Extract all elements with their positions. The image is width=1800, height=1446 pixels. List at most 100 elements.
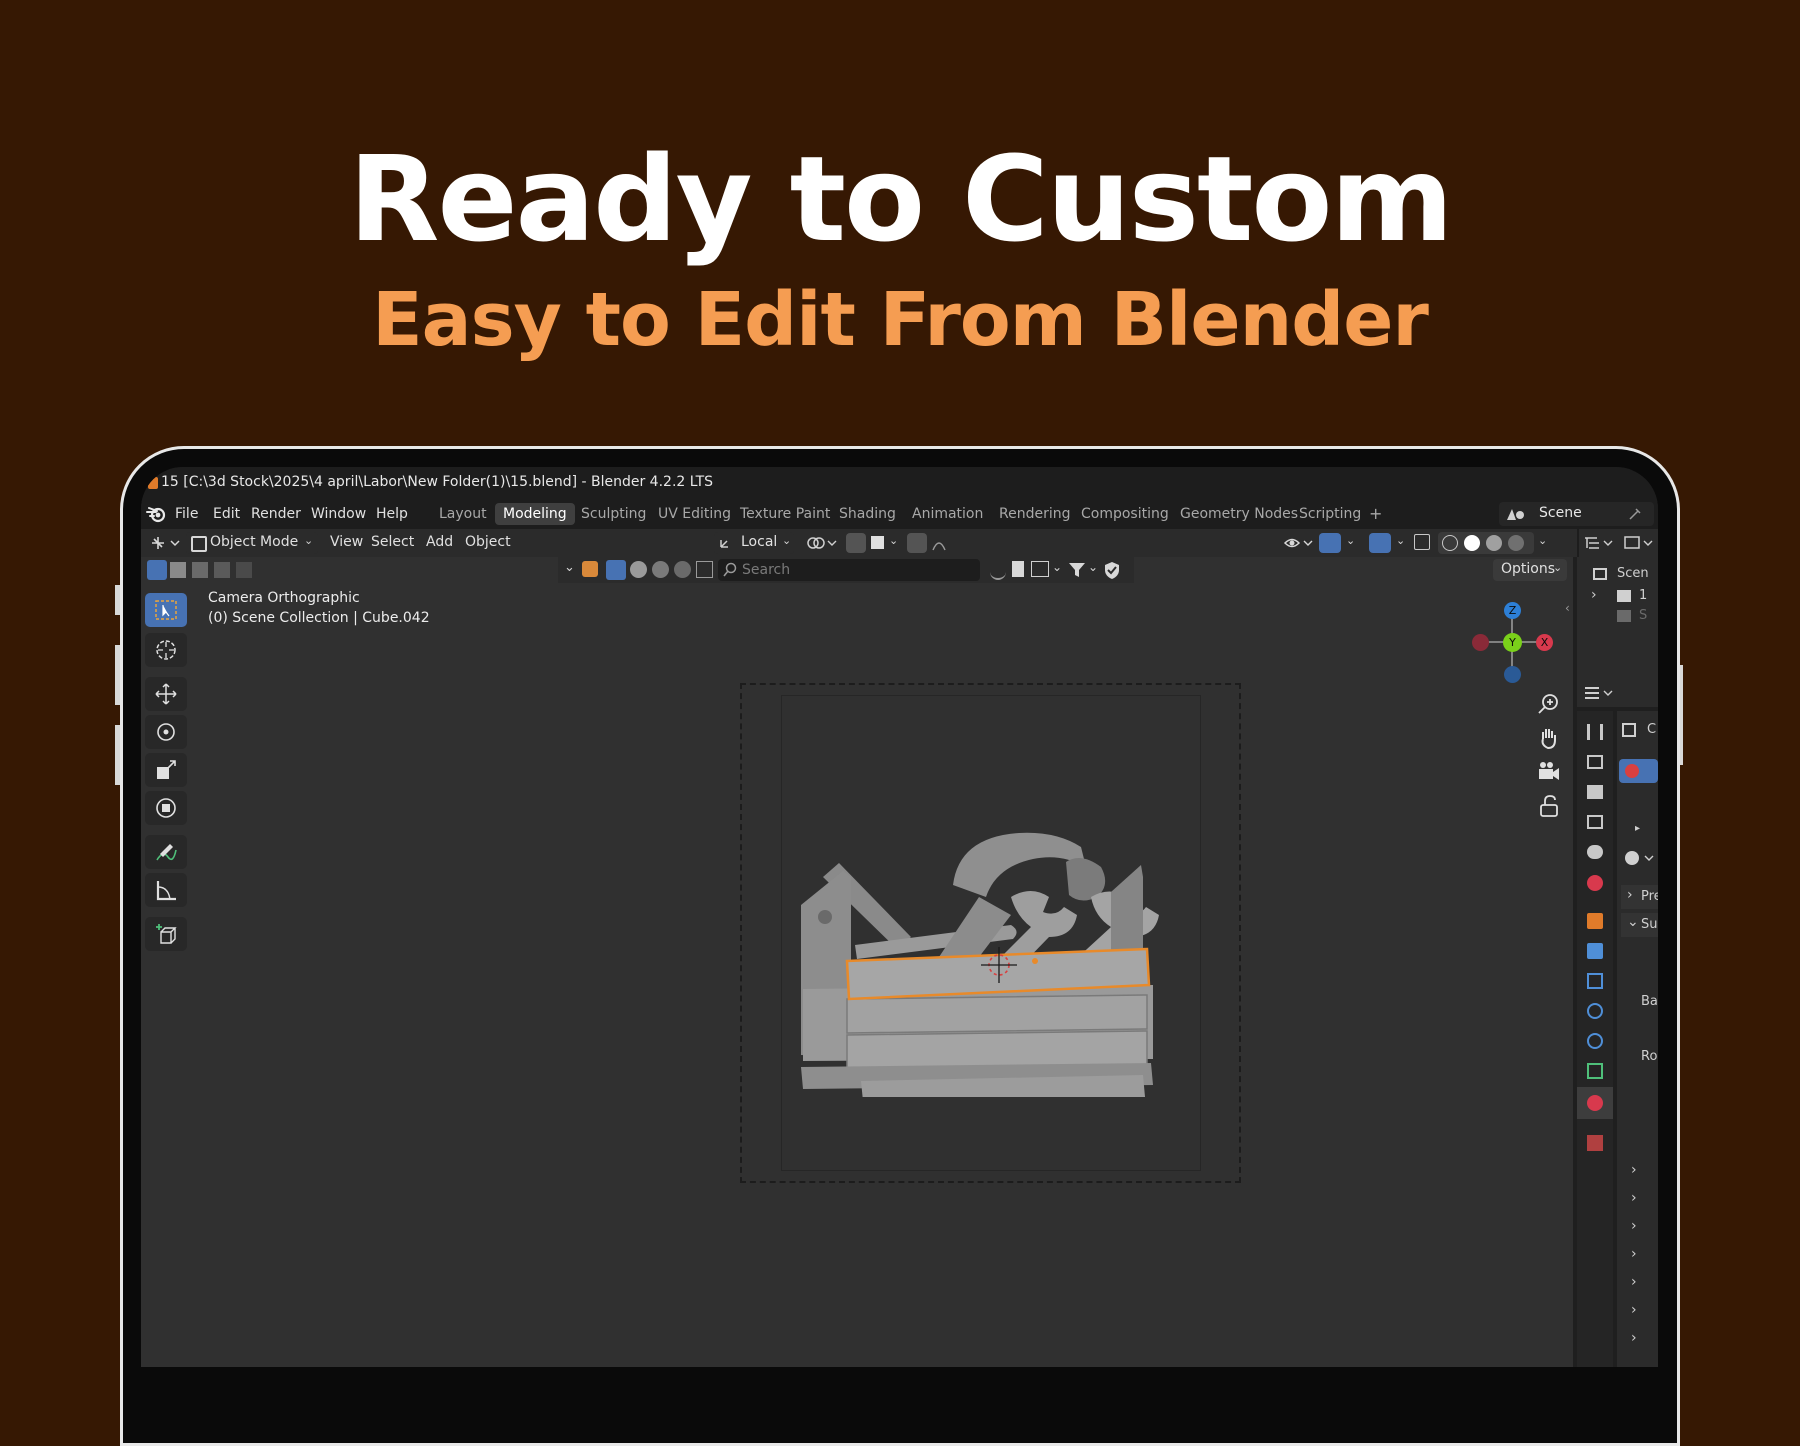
chevron-right-icon[interactable]: › xyxy=(1631,1302,1637,1318)
funnel-icon[interactable] xyxy=(1068,561,1086,579)
blender-logo-icon[interactable] xyxy=(145,504,167,524)
gizmo-z-axis[interactable]: Z xyxy=(1504,602,1521,619)
outliner-row-item[interactable]: S xyxy=(1577,607,1658,627)
material-slot[interactable] xyxy=(1619,759,1658,783)
bookmark-icon[interactable] xyxy=(1012,561,1024,577)
select-box-tool[interactable] xyxy=(145,593,187,627)
xray-toggle-icon[interactable] xyxy=(1414,534,1430,550)
scene-selector[interactable]: Scene xyxy=(1499,502,1654,526)
chevron-down-icon[interactable]: ⌄ xyxy=(1396,534,1405,547)
texture-properties-icon[interactable] xyxy=(1587,1135,1603,1151)
tab-sculpting[interactable]: Sculpting xyxy=(573,503,654,525)
gizmo-y-axis[interactable]: Y xyxy=(1503,633,1522,652)
pivot-point-icon[interactable] xyxy=(806,534,840,552)
shield-icon[interactable] xyxy=(1103,560,1121,580)
tab-uv-editing[interactable]: UV Editing xyxy=(650,503,739,525)
chevron-right-icon[interactable]: › xyxy=(1631,1190,1637,1206)
select-new-icon[interactable] xyxy=(147,560,167,580)
filter-icon[interactable] xyxy=(1623,534,1653,552)
chevron-down-icon[interactable]: ⌄ xyxy=(889,534,898,547)
lock-icon[interactable] xyxy=(1536,793,1562,819)
measure-tool[interactable] xyxy=(145,873,187,907)
chevron-right-icon[interactable]: › xyxy=(1631,1274,1637,1290)
search-input[interactable]: Search xyxy=(742,562,790,578)
object-properties-icon[interactable] xyxy=(1587,913,1603,929)
material-type-icon[interactable] xyxy=(1623,849,1657,867)
menu-select[interactable]: Select xyxy=(371,534,414,550)
move-tool[interactable] xyxy=(145,677,187,711)
menu-object[interactable]: Object xyxy=(465,534,511,550)
properties-editor-type-icon[interactable] xyxy=(1583,684,1617,702)
display-options-icon[interactable] xyxy=(1031,561,1049,577)
tab-rendering[interactable]: Rendering xyxy=(991,503,1079,525)
editor-type-icon[interactable] xyxy=(149,534,183,552)
options-dropdown[interactable]: Options ⌄ xyxy=(1493,559,1567,581)
output-properties-icon[interactable] xyxy=(1587,785,1603,799)
rendered-shading-icon[interactable] xyxy=(1508,535,1524,551)
menu-view[interactable]: View xyxy=(330,534,363,550)
filter-node-icon[interactable] xyxy=(696,561,713,578)
sidebar-toggle-icon[interactable]: ‹ xyxy=(1565,601,1570,615)
chevron-down-icon[interactable]: ⌄ xyxy=(1538,534,1547,547)
transform-orientation-dropdown[interactable]: Local ⌄ xyxy=(714,532,794,554)
cursor-tool[interactable] xyxy=(145,633,187,667)
scene-properties-icon[interactable] xyxy=(1587,845,1603,859)
chevron-right-icon[interactable]: › xyxy=(1631,1330,1637,1346)
material-properties-icon[interactable] xyxy=(1587,1095,1603,1111)
toolbox-model[interactable] xyxy=(781,767,1201,1097)
menu-help[interactable]: Help xyxy=(376,506,408,522)
material-shading-icon[interactable] xyxy=(1486,535,1502,551)
search-field[interactable]: Search xyxy=(718,559,980,581)
select-subtract-icon[interactable] xyxy=(192,562,208,578)
physics-properties-icon[interactable] xyxy=(1587,1003,1603,1019)
view-layer-properties-icon[interactable] xyxy=(1587,815,1603,829)
chevron-down-icon[interactable]: ⌄ xyxy=(564,560,575,575)
navigation-gizmo[interactable]: Z Y X xyxy=(1467,597,1557,687)
gizmo-neg-x-axis[interactable] xyxy=(1472,634,1489,651)
particles-properties-icon[interactable] xyxy=(1587,973,1603,989)
render-properties-icon[interactable] xyxy=(1587,755,1603,769)
gizmo-x-axis[interactable]: X xyxy=(1536,634,1553,651)
collapse-icon[interactable] xyxy=(990,562,1006,580)
tab-scripting[interactable]: Scripting xyxy=(1291,503,1369,525)
camera-view-icon[interactable] xyxy=(1536,759,1562,785)
zoom-icon[interactable] xyxy=(1536,691,1562,717)
menu-file[interactable]: File xyxy=(175,506,198,522)
transform-tool[interactable] xyxy=(145,791,187,825)
snap-target-icon[interactable] xyxy=(871,536,884,549)
preview-panel-header[interactable]: › Pre xyxy=(1621,885,1658,909)
select-extend-icon[interactable] xyxy=(170,562,186,578)
data-properties-icon[interactable] xyxy=(1587,1063,1603,1079)
filter-light-icon[interactable] xyxy=(652,561,669,578)
outliner-row-collection[interactable]: › 1 xyxy=(1577,587,1658,607)
chevron-down-icon[interactable]: ⌄ xyxy=(1052,560,1062,574)
snap-toggle-icon[interactable] xyxy=(846,533,866,553)
scale-tool[interactable] xyxy=(145,753,187,787)
rotate-tool[interactable] xyxy=(145,715,187,749)
falloff-icon[interactable] xyxy=(931,534,959,552)
chevron-down-icon[interactable]: ⌄ xyxy=(1346,534,1355,547)
outliner-row-scene[interactable]: Scen xyxy=(1577,565,1658,585)
filter-mesh-icon[interactable] xyxy=(606,560,626,580)
chevron-right-icon[interactable]: › xyxy=(1631,1162,1637,1178)
mode-dropdown[interactable]: Object Mode ⌄ xyxy=(186,532,318,554)
menu-add[interactable]: Add xyxy=(426,534,453,550)
menu-window[interactable]: Window xyxy=(311,506,366,522)
tab-layout[interactable]: Layout xyxy=(431,503,495,525)
proportional-edit-icon[interactable] xyxy=(907,533,927,553)
world-properties-icon[interactable] xyxy=(1587,875,1603,891)
add-workspace-button[interactable]: + xyxy=(1361,503,1390,525)
object-type-filter-icon[interactable] xyxy=(582,561,598,577)
chevron-right-icon[interactable]: › xyxy=(1631,1246,1637,1262)
wireframe-shading-icon[interactable] xyxy=(1442,535,1458,551)
constraints-properties-icon[interactable] xyxy=(1587,1033,1603,1049)
tab-shading[interactable]: Shading xyxy=(831,503,904,525)
filter-world-icon[interactable] xyxy=(674,561,691,578)
menu-render[interactable]: Render xyxy=(251,506,301,522)
add-cube-tool[interactable] xyxy=(145,917,187,951)
tab-compositing[interactable]: Compositing xyxy=(1073,503,1177,525)
menu-edit[interactable]: Edit xyxy=(213,506,240,522)
outliner-display-mode-icon[interactable] xyxy=(1583,534,1617,552)
overlay-toggle-icon[interactable] xyxy=(1369,533,1391,553)
select-invert-icon[interactable] xyxy=(214,562,230,578)
